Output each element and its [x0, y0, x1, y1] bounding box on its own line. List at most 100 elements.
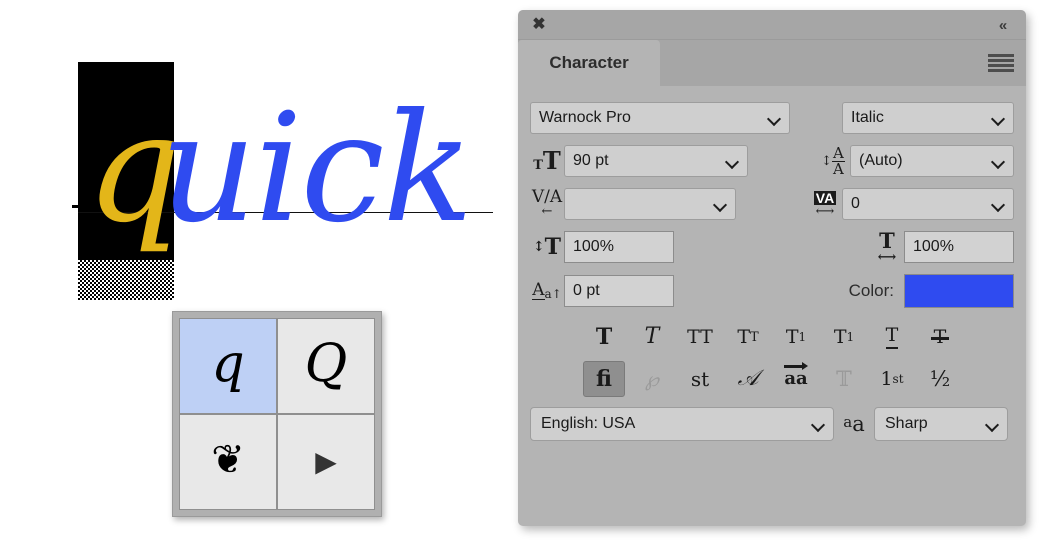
menu-line	[988, 59, 1014, 62]
character-panel: ✖ « Character Warnock Pro Italic TT 90 p…	[518, 10, 1026, 526]
tracking-combo[interactable]: 0	[842, 188, 1014, 220]
font-style-group: Italic	[768, 102, 1014, 134]
close-icon[interactable]: ✖	[530, 16, 548, 34]
selection-dither-pattern	[78, 260, 174, 300]
small-caps-label: T	[737, 325, 750, 348]
horizontal-scale-input[interactable]: 100%	[904, 231, 1014, 263]
subscript-label: T	[833, 325, 847, 348]
glyph-alt-Q[interactable]: Q	[278, 319, 374, 413]
menu-line	[988, 54, 1014, 57]
ordinals-button[interactable]: 1st	[871, 361, 913, 397]
language-value: English: USA	[541, 415, 636, 432]
titling-alternates-label: 𝕋	[836, 366, 852, 391]
panel-menu-icon[interactable]	[988, 54, 1014, 72]
language-antialias-row: English: USA aa Sharp	[530, 407, 1014, 441]
kerning-input[interactable]	[564, 188, 704, 220]
contextual-alternates-button[interactable]: aa	[775, 361, 817, 397]
kerning-group: V/A ←	[530, 188, 768, 220]
superscript-button[interactable]: T1	[775, 319, 817, 355]
fractions-button[interactable]: ½	[919, 361, 961, 397]
titling-alternates-button[interactable]: 𝕋	[823, 361, 865, 397]
antialias-icon-a-large: a	[852, 411, 865, 436]
fractional-widths-label: ℘	[645, 367, 659, 391]
faux-bold-button[interactable]: T	[583, 319, 625, 355]
font-size-dropdown-button[interactable]	[716, 145, 748, 177]
fractional-widths-button[interactable]: ℘	[631, 361, 673, 397]
baseline-shift-input[interactable]: 0 pt	[564, 275, 674, 307]
underline-button[interactable]: T	[871, 319, 913, 355]
vertical-scale-input[interactable]: 100%	[564, 231, 674, 263]
antialias-icon: aa	[834, 411, 874, 436]
vertical-scale-group: ↕ T 100%	[530, 231, 768, 263]
font-style-input[interactable]: Italic	[842, 102, 982, 134]
leading-combo[interactable]: (Auto)	[850, 145, 1014, 177]
swash-button[interactable]: 𝒜	[727, 361, 769, 397]
font-row: Warnock Pro Italic	[530, 102, 1014, 134]
glyph-alt-Q-label: Q	[304, 334, 348, 394]
type-style-row-1: T T TT TT T1 T1 T T	[530, 319, 1014, 355]
ordinals-suffix: st	[892, 372, 904, 386]
panel-tabbar: Character	[518, 40, 1026, 86]
font-size-icon: TT	[533, 146, 561, 175]
baseline-shift-group: Aa ↑ 0 pt	[530, 275, 768, 307]
leading-input[interactable]: (Auto)	[850, 145, 982, 177]
chevron-down-icon	[812, 419, 823, 430]
subscript-button[interactable]: T1	[823, 319, 865, 355]
standard-ligatures-label: fi	[596, 366, 612, 392]
panel-titlebar: ✖ «	[518, 10, 1026, 40]
size-leading-row: TT 90 pt ↕ AA (Auto)	[530, 145, 1014, 177]
superscript-marker: 1	[798, 330, 807, 344]
chevron-down-icon	[992, 113, 1003, 124]
tracking-dropdown-button[interactable]	[982, 188, 1014, 220]
kerning-icon: V/A ←	[531, 187, 563, 219]
subscript-marker: 1	[846, 330, 855, 344]
chevron-down-icon	[726, 156, 737, 167]
chevron-down-icon	[714, 199, 725, 210]
menu-line	[988, 69, 1014, 72]
antialias-select[interactable]: Sharp	[874, 407, 1008, 441]
all-caps-label: TT	[687, 325, 713, 348]
chevron-down-icon	[768, 113, 779, 124]
baseline-color-row: Aa ↑ 0 pt Color:	[530, 274, 1014, 308]
glyph-alt-q[interactable]: q	[180, 319, 276, 413]
small-caps-button[interactable]: TT	[727, 319, 769, 355]
font-style-combo[interactable]: Italic	[842, 102, 1014, 134]
ordinals-label: 1	[880, 367, 893, 390]
language-select[interactable]: English: USA	[530, 407, 834, 441]
color-swatch[interactable]	[904, 274, 1014, 308]
underline-label: T	[885, 325, 899, 349]
chevron-down-icon	[992, 199, 1003, 210]
kerning-combo[interactable]	[564, 188, 736, 220]
kerning-dropdown-button[interactable]	[704, 188, 736, 220]
strikethrough-button[interactable]: T	[919, 319, 961, 355]
swash-label: 𝒜	[737, 366, 759, 391]
contextual-alternates-label: aa	[784, 362, 808, 389]
standard-ligatures-button[interactable]: fi	[583, 361, 625, 397]
discretionary-ligatures-label: st	[690, 367, 710, 391]
tracking-input[interactable]: 0	[842, 188, 982, 220]
triangle-right-icon: ▶	[315, 446, 337, 477]
glyph-more-arrow[interactable]: ▶	[278, 415, 374, 509]
faux-italic-button[interactable]: T	[631, 319, 673, 355]
discretionary-ligatures-button[interactable]: st	[679, 361, 721, 397]
strikethrough-label: T	[930, 325, 949, 348]
font-size-combo[interactable]: 90 pt	[564, 145, 748, 177]
double-chevron-left-icon[interactable]: «	[992, 15, 1014, 35]
panel-body: Warnock Pro Italic TT 90 pt ↕ A A (Auto)…	[518, 86, 1026, 441]
superscript-label: T	[785, 325, 799, 348]
scale-row: ↕ T 100% T ⟷ 100%	[530, 230, 1014, 264]
glyph-alternates-popup[interactable]: q Q ❦ ▶	[172, 311, 382, 517]
tab-character[interactable]: Character	[518, 40, 660, 86]
vertical-scale-icon: ↕ T	[532, 234, 562, 260]
font-style-dropdown-button[interactable]	[982, 102, 1014, 134]
document-text[interactable]: uick	[160, 94, 473, 244]
font-family-input[interactable]: Warnock Pro	[530, 102, 758, 134]
font-size-input[interactable]: 90 pt	[564, 145, 716, 177]
color-group: Color:	[768, 274, 1014, 308]
font-size-group: TT 90 pt	[530, 145, 768, 177]
glyph-alt-ornament[interactable]: ❦	[180, 415, 276, 509]
font-family-combo[interactable]: Warnock Pro	[530, 102, 790, 134]
chevron-down-icon	[986, 419, 997, 430]
leading-dropdown-button[interactable]	[982, 145, 1014, 177]
all-caps-button[interactable]: TT	[679, 319, 721, 355]
